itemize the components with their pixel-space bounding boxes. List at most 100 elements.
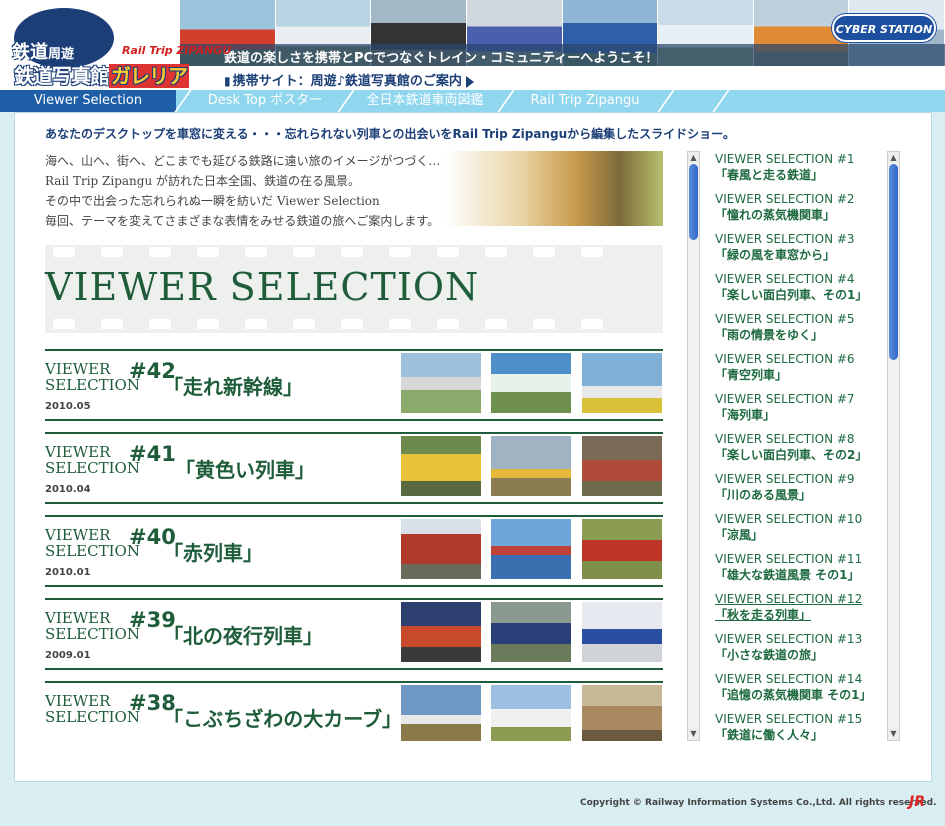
mobile-site-label: 携帯サイト：周遊♪鉄道写真館のご案内	[232, 74, 462, 89]
lead-text: あなたのデスクトップを車窓に変える・・・忘れられない列車との出会いをRail T…	[45, 127, 735, 141]
sidebar-item-number: VIEWER SELECTION #2	[715, 192, 855, 206]
intro-line: Rail Trip Zipangu が訪れた日本全国、鉄道の在る風景。	[45, 174, 360, 188]
sidebar-item-title: 「追憶の蒸気機関車 その1」	[715, 688, 872, 702]
sidebar-item-title: 「小さな鉄道の旅」	[715, 648, 824, 662]
sidebar-item-title: 「雨の情景をゆく」	[715, 328, 824, 342]
content-panel: あなたのデスクトップを車窓に変える・・・忘れられない列車との出会いをRail T…	[14, 112, 932, 782]
intro-line: その中で出会った忘れられぬ一瞬を紡いだ Viewer Selection	[45, 194, 380, 208]
sidebar-item-number: VIEWER SELECTION #1	[715, 152, 855, 166]
episode-entry[interactable]: VIEWER SELECTION #42 2010.05 「走れ新幹線」	[45, 349, 663, 421]
episode-date: 2010.05	[45, 401, 91, 412]
scroll-up-icon[interactable]: ▲	[888, 152, 899, 164]
sidebar-item-number: VIEWER SELECTION #4	[715, 272, 855, 286]
episode-series-label: VIEWER SELECTION	[45, 693, 140, 725]
episode-thumbnail[interactable]	[582, 685, 662, 741]
episode-title: 「走れ新幹線」	[163, 375, 303, 399]
episode-label-line: VIEWER	[45, 443, 111, 461]
site-header: 鉄道の楽しさを携帯とPCでつなぐトレイン・コミュニティーへようこそ！ 周遊 鉄道…	[0, 0, 945, 90]
episode-series-label: VIEWER SELECTION	[45, 610, 140, 642]
sidebar-item-number: VIEWER SELECTION #6	[715, 352, 855, 366]
sidebar-item-number: VIEWER SELECTION #3	[715, 232, 855, 246]
episode-thumbnail[interactable]	[582, 353, 662, 413]
sidebar-item[interactable]: VIEWER SELECTION #13 「小さな鉄道の旅」	[715, 631, 887, 671]
selection-sidebar: VIEWER SELECTION #1 「春風と走る鉄道」 VIEWER SELE…	[715, 151, 887, 743]
scroll-down-icon[interactable]: ▼	[688, 728, 699, 740]
logo-main-name: 鉄道写真館	[14, 64, 110, 88]
content-scrollbar[interactable]: ▲ ▼	[687, 151, 700, 741]
sidebar-item[interactable]: VIEWER SELECTION #11 「雄大な鉄道風景 その1」	[715, 551, 887, 591]
episode-thumbnail[interactable]	[582, 436, 662, 496]
episode-series-label: VIEWER SELECTION	[45, 527, 140, 559]
tab-viewer-selection[interactable]: Viewer Selection	[0, 90, 176, 112]
sidebar-item[interactable]: VIEWER SELECTION #5 「雨の情景をゆく」	[715, 311, 887, 351]
sidebar-item[interactable]: VIEWER SELECTION #9 「川のある風景」	[715, 471, 887, 511]
episode-thumbnail[interactable]	[401, 685, 481, 741]
sidebar-item[interactable]: VIEWER SELECTION #14 「追憶の蒸気機関車 その1」	[715, 671, 887, 711]
tab-vehicle-guide[interactable]: 全日本鉄道車両図鑑	[350, 90, 500, 112]
episode-thumbnail[interactable]	[401, 602, 481, 662]
episode-thumbnail[interactable]	[401, 353, 481, 413]
sidebar-item[interactable]: VIEWER SELECTION #1 「春風と走る鉄道」	[715, 151, 887, 191]
sidebar-item[interactable]: VIEWER SELECTION #6 「青空列車」	[715, 351, 887, 391]
sidebar-item[interactable]: VIEWER SELECTION #8 「楽しい面白列車、その2」	[715, 431, 887, 471]
episode-entry[interactable]: VIEWER SELECTION #39 2009.01 「北の夜行列車」	[45, 598, 663, 670]
intro-text: 海へ、山へ、街へ、どこまでも延びる鉄路に遠い旅のイメージがつづく… Rail T…	[45, 151, 485, 231]
sidebar-item[interactable]: VIEWER SELECTION #2 「憧れの蒸気機関車」	[715, 191, 887, 231]
episode-thumbnail[interactable]	[401, 436, 481, 496]
jr-logo: JR	[909, 794, 925, 810]
episode-entry[interactable]: VIEWER SELECTION #41 2010.04 「黄色い列車」	[45, 432, 663, 504]
episode-label-line: SELECTION	[45, 459, 140, 477]
sidebar-item-title: 「川のある風景」	[715, 488, 812, 502]
episode-thumbnail[interactable]	[491, 685, 571, 741]
sidebar-item-number: VIEWER SELECTION #8	[715, 432, 855, 446]
episode-label-line: VIEWER	[45, 609, 111, 627]
episode-date: 2010.01	[45, 567, 91, 578]
scroll-thumb[interactable]	[689, 164, 698, 240]
episode-entry[interactable]: VIEWER SELECTION #40 2010.01 「赤列車」	[45, 515, 663, 587]
sidebar-item[interactable]: VIEWER SELECTION #10 「涼風」	[715, 511, 887, 551]
sidebar-item-number: VIEWER SELECTION #12	[715, 592, 863, 606]
sidebar-item-number: VIEWER SELECTION #7	[715, 392, 855, 406]
sidebar-scrollbar[interactable]: ▲ ▼	[887, 151, 900, 741]
episode-thumbnail[interactable]	[491, 602, 571, 662]
episode-series-label: VIEWER SELECTION	[45, 444, 140, 476]
episode-label-line: VIEWER	[45, 526, 111, 544]
episode-thumbnail[interactable]	[491, 519, 571, 579]
scroll-up-icon[interactable]: ▲	[688, 152, 699, 164]
tab-rail-trip-zipangu[interactable]: Rail Trip Zipangu	[510, 90, 660, 112]
sidebar-item-title: 「涼風」	[715, 528, 764, 542]
episode-date: 2010.04	[45, 484, 91, 495]
episode-thumbnail[interactable]	[401, 519, 481, 579]
nav-divider	[712, 90, 730, 112]
mobile-site-link[interactable]: ▮ 携帯サイト：周遊♪鉄道写真館のご案内	[224, 70, 474, 89]
sidebar-item-title: 「雄大な鉄道風景 その1」	[715, 568, 860, 582]
scroll-down-icon[interactable]: ▼	[888, 728, 899, 740]
episode-label-line: VIEWER	[45, 360, 111, 378]
film-holes-top	[45, 247, 663, 259]
logo-rail-trip: Rail Trip ZIPANGU	[122, 44, 232, 57]
banner-title: VIEWER SELECTION	[45, 265, 480, 309]
logo-galleria: ガレリア	[109, 64, 189, 88]
episode-thumbnail[interactable]	[582, 602, 662, 662]
episode-series-label: VIEWER SELECTION	[45, 361, 140, 393]
episode-label-line: SELECTION	[45, 376, 140, 394]
episode-thumbnail[interactable]	[582, 519, 662, 579]
sidebar-item[interactable]: VIEWER SELECTION #15 「鉄道に働く人々」	[715, 711, 887, 743]
sidebar-item[interactable]: VIEWER SELECTION #4 「楽しい面白列車、その1」	[715, 271, 887, 311]
episode-thumbnail[interactable]	[491, 353, 571, 413]
sidebar-item[interactable]: VIEWER SELECTION #7 「海列車」	[715, 391, 887, 431]
episode-thumbnail[interactable]	[491, 436, 571, 496]
sidebar-item-title: 「鉄道に働く人々」	[715, 728, 824, 742]
episode-entry[interactable]: VIEWER SELECTION #38 「こぶちざわの大カーブ」	[45, 681, 663, 741]
episode-label-line: SELECTION	[45, 708, 140, 726]
sidebar-item[interactable]: VIEWER SELECTION #3 「緑の風を車窓から」	[715, 231, 887, 271]
sidebar-item-number: VIEWER SELECTION #13	[715, 632, 863, 646]
sidebar-item-number: VIEWER SELECTION #11	[715, 552, 863, 566]
site-logo[interactable]: 周遊 鉄道 鉄道写真館 ガレリア Rail Trip ZIPANGU	[6, 8, 231, 90]
tab-desktop-poster[interactable]: Desk Top ポスター	[190, 90, 340, 112]
cyber-station-logo[interactable]: CYBER STATION	[832, 14, 936, 42]
intro-line: 毎回、テーマを変えてさまざまな表情をみせる鉄道の旅へご案内します。	[45, 214, 440, 228]
scroll-thumb[interactable]	[889, 164, 898, 360]
sidebar-item[interactable]: VIEWER SELECTION #12 「秋を走る列車」	[715, 591, 887, 631]
episode-title: 「赤列車」	[163, 541, 263, 565]
